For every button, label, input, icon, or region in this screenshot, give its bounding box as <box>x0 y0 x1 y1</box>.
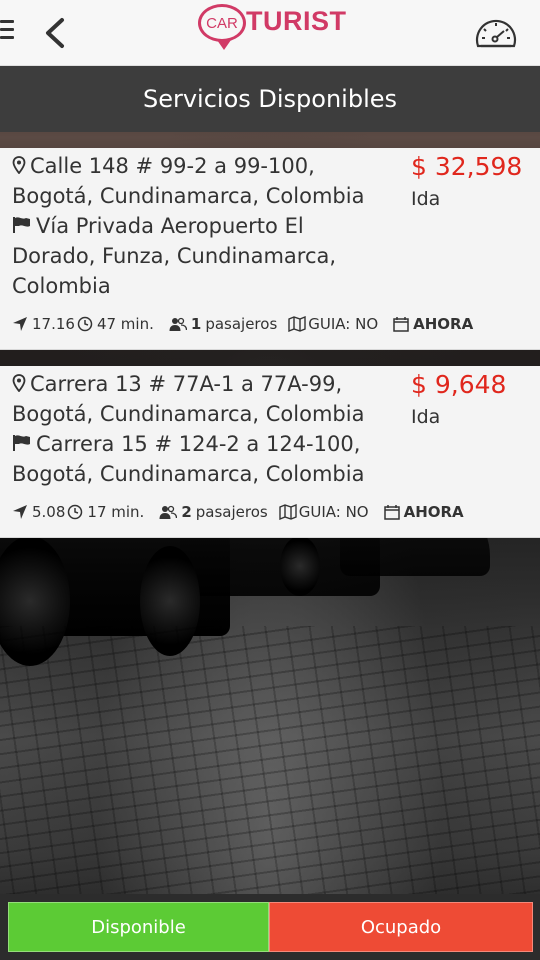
logo-turist-text: TURIST <box>246 6 347 36</box>
map-pin-icon <box>12 156 26 174</box>
duration: 17 min. <box>87 503 145 521</box>
price: $ 32,598 <box>411 152 523 181</box>
busy-button[interactable]: Ocupado <box>269 902 533 952</box>
back-arrow-icon[interactable] <box>40 16 70 50</box>
destination-line: Colombia <box>12 274 111 298</box>
service-card[interactable]: Calle 148 # 99-2 a 99-100, Bogotá, Cundi… <box>0 148 540 350</box>
service-meta: 5.08 17 min. 2 pasajeros GUIA: NO AHORA <box>12 501 464 523</box>
passengers-label: pasajeros <box>205 315 278 333</box>
users-icon <box>159 505 178 519</box>
service-addresses: Calle 148 # 99-2 a 99-100, Bogotá, Cundi… <box>12 151 392 301</box>
app-screen: CAR TURIST Servicios Disponibles Calle 1… <box>0 0 540 960</box>
logo-bubble: CAR <box>198 4 246 50</box>
passenger-count: 2 <box>181 503 192 521</box>
service-time: AHORA <box>413 315 474 333</box>
origin-line: Bogotá, Cundinamarca, Colombia <box>12 184 365 208</box>
map-icon <box>279 504 297 520</box>
destination-line: Dorado, Funza, Cundinamarca, <box>12 244 337 268</box>
trip-type: Ida <box>411 406 441 428</box>
price: $ 9,648 <box>411 370 507 399</box>
app-logo: CAR TURIST <box>198 4 346 52</box>
calendar-icon <box>393 317 409 332</box>
distance: 5.08 <box>32 503 66 521</box>
users-icon <box>169 317 187 331</box>
logo-car-text: CAR <box>206 14 238 32</box>
trip-type: Ida <box>411 188 441 210</box>
top-header: CAR TURIST <box>0 0 540 66</box>
destination-line: Vía Privada Aeropuerto El <box>12 211 392 241</box>
navigation-arrow-icon <box>13 317 27 331</box>
passengers-label: pasajeros <box>195 503 268 521</box>
service-addresses: Carrera 13 # 77A-1 a 77A-99, Bogotá, Cun… <box>12 369 392 489</box>
available-button[interactable]: Disponible <box>8 902 269 952</box>
page-title: Servicios Disponibles <box>142 85 398 113</box>
service-meta: 17.16 47 min. 1 pasajeros GUIA: NO AHORA <box>12 313 473 335</box>
destination-line: Carrera 15 # 124-2 a 124-100, <box>12 429 392 459</box>
calendar-icon <box>383 505 400 520</box>
guide-status: GUIA: NO <box>308 315 379 333</box>
destination-line: Bogotá, Cundinamarca, Colombia <box>12 462 365 486</box>
passenger-count: 1 <box>190 315 202 333</box>
clock-icon <box>77 316 93 332</box>
origin-line: Carrera 13 # 77A-1 a 77A-99, <box>12 369 392 399</box>
map-icon <box>288 316 306 332</box>
map-pin-icon <box>12 374 26 392</box>
flag-icon <box>13 217 30 233</box>
title-bar: Servicios Disponibles <box>0 66 540 132</box>
distance: 17.16 <box>32 315 75 333</box>
service-card[interactable]: Carrera 13 # 77A-1 a 77A-99, Bogotá, Cun… <box>0 366 540 538</box>
menu-icon[interactable] <box>0 20 14 44</box>
clock-icon <box>68 504 83 520</box>
bottom-action-bar: Disponible Ocupado <box>0 894 540 960</box>
origin-line: Calle 148 # 99-2 a 99-100, <box>12 151 392 181</box>
speedometer-icon[interactable] <box>474 14 518 52</box>
guide-status: GUIA: NO <box>298 503 369 521</box>
flag-icon <box>13 435 30 451</box>
duration: 47 min. <box>96 315 154 333</box>
navigation-arrow-icon <box>13 505 27 519</box>
origin-line: Bogotá, Cundinamarca, Colombia <box>12 402 365 426</box>
service-time: AHORA <box>403 503 464 521</box>
